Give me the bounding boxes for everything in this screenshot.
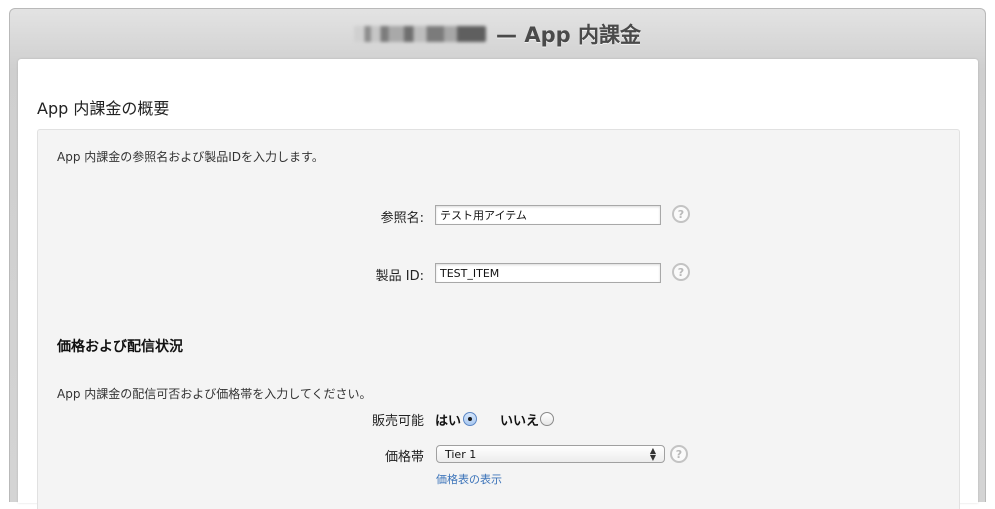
cleared-no-label[interactable]: いいえ	[500, 410, 539, 429]
cleared-yes-radio[interactable]	[463, 412, 477, 426]
window-title: — App 内課金	[496, 23, 641, 47]
cleared-no-radio[interactable]	[540, 412, 554, 426]
product-id-input[interactable]	[435, 263, 661, 283]
redacted-app-name	[354, 26, 487, 42]
cleared-for-sale-label: 販売可能	[371, 414, 424, 429]
price-tier-value: Tier 1	[445, 447, 477, 461]
price-tier-label: 価格帯	[384, 450, 424, 465]
pricing-section-heading: 価格および配信状況	[57, 339, 183, 355]
overview-description: App 内課金の参照名および製品IDを入力します。	[57, 150, 324, 164]
page-title: App 内課金の概要	[37, 99, 170, 118]
select-arrows-icon: ▲ ▼	[649, 446, 656, 462]
cleared-yes-label[interactable]: はい	[435, 410, 461, 429]
reference-name-input[interactable]	[435, 205, 661, 225]
reference-name-help-icon[interactable]: ?	[672, 205, 690, 223]
price-tier-select[interactable]: Tier 1 ▲ ▼	[436, 445, 665, 463]
price-matrix-link[interactable]: 価格表の表示	[436, 471, 502, 487]
window-frame: — App 内課金 App 内課金の概要 App 内課金の参照名および製品IDを…	[9, 8, 986, 509]
product-id-help-icon[interactable]: ?	[672, 263, 690, 281]
window-titlebar: — App 内課金	[10, 9, 985, 59]
reference-name-label: 参照名:	[380, 211, 424, 226]
product-id-label: 製品 ID:	[375, 269, 424, 284]
content-sheet: App 内課金の概要 App 内課金の参照名および製品IDを入力します。 参照名…	[18, 59, 978, 509]
price-tier-help-icon[interactable]: ?	[670, 445, 688, 463]
pricing-description: App 内課金の配信可否および価格帯を入力してください。	[57, 387, 372, 401]
form-panel: App 内課金の参照名および製品IDを入力します。 参照名: ? 製品 ID: …	[37, 129, 960, 509]
